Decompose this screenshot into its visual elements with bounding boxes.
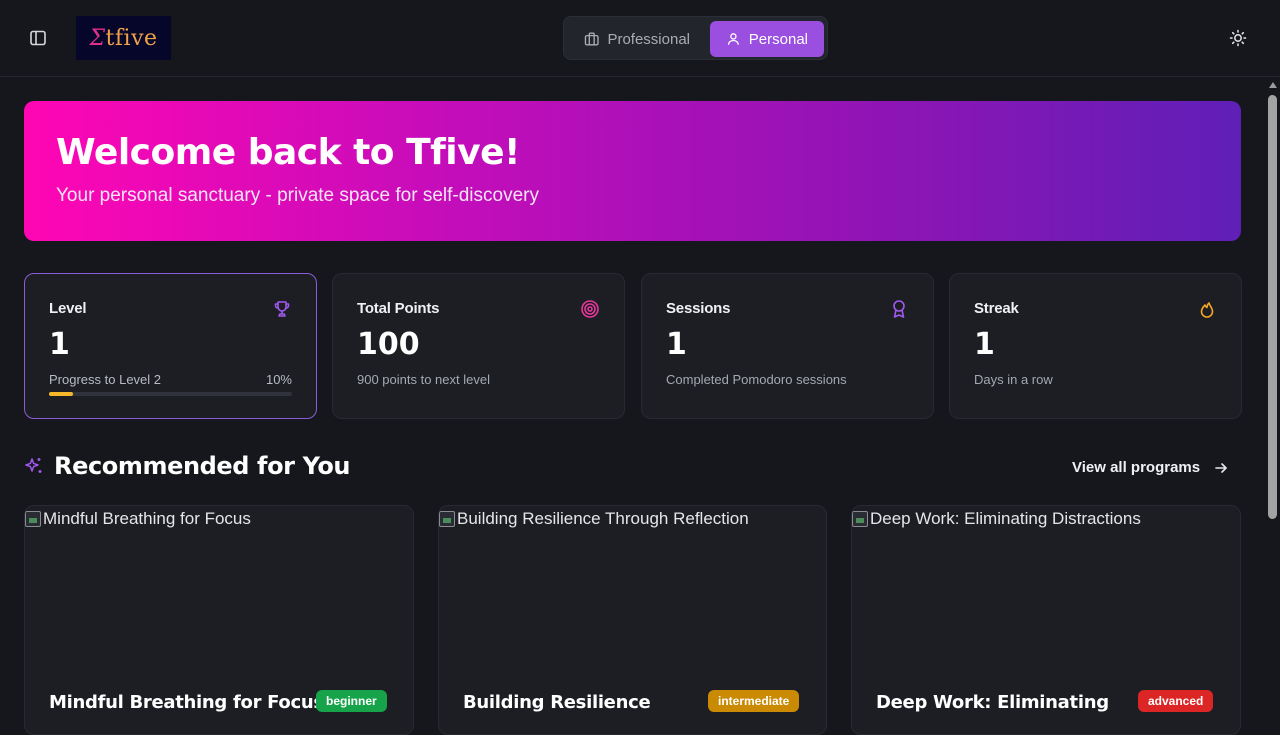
view-all-label: View all programs [1072, 459, 1201, 476]
mode-professional-label: Professional [607, 30, 690, 48]
program-title: Deep Work: Eliminating [876, 692, 1109, 713]
program-card[interactable]: Building Resilience Through Reflection B… [438, 505, 827, 735]
stat-value: 100 [357, 327, 420, 362]
scroll-thumb[interactable] [1268, 95, 1277, 519]
difficulty-badge: advanced [1138, 690, 1214, 712]
stat-value: 1 [974, 327, 995, 362]
mode-switch: Professional Personal [563, 16, 828, 60]
stat-label: Streak [974, 300, 1019, 317]
briefcase-icon [584, 32, 599, 46]
stat-subtext: Days in a row [974, 372, 1053, 387]
level-progress-row: Progress to Level 2 10% [49, 372, 292, 387]
program-image: Deep Work: Eliminating Distractions [852, 508, 1141, 530]
scroll-up-arrow-icon[interactable] [1269, 82, 1277, 88]
sun-icon[interactable] [1226, 26, 1250, 50]
program-image: Mindful Breathing for Focus [25, 508, 251, 530]
top-bar: Σtfive Professional Personal [0, 0, 1280, 77]
user-icon [727, 33, 739, 45]
panel-left-icon[interactable] [26, 26, 50, 50]
progress-label: Progress to Level 2 [49, 372, 162, 387]
stat-label: Sessions [666, 300, 731, 317]
broken-image-icon [25, 511, 41, 527]
flame-icon [1200, 302, 1214, 318]
image-alt-text: Mindful Breathing for Focus [43, 509, 251, 528]
view-all-programs-link[interactable]: View all programs [1072, 459, 1228, 476]
sparkles-icon [25, 458, 42, 473]
scrollbar[interactable] [1265, 77, 1280, 720]
stat-label: Level [49, 300, 87, 317]
stat-subtext: 900 points to next level [357, 372, 490, 387]
program-card[interactable]: Deep Work: Eliminating Distractions Deep… [851, 505, 1241, 735]
stat-value: 1 [49, 327, 70, 362]
program-image: Building Resilience Through Reflection [439, 508, 749, 530]
program-title: Building Resilience [463, 692, 651, 713]
progress-percent: 10% [265, 372, 292, 387]
award-icon [893, 300, 905, 318]
arrow-right-icon [1215, 462, 1227, 473]
stat-subtext: Completed Pomodoro sessions [666, 372, 847, 387]
stat-card-sessions: Sessions 1 Completed Pomodoro sessions [641, 273, 934, 419]
image-alt-text: Building Resilience Through Reflection [457, 509, 749, 528]
difficulty-badge: intermediate [708, 690, 800, 712]
target-icon [581, 300, 599, 318]
stat-card-level: Level 1 Progress to Level 2 10% [24, 273, 317, 419]
broken-image-icon [439, 511, 455, 527]
stat-label: Total Points [357, 300, 440, 317]
broken-image-icon [852, 511, 868, 527]
stat-value: 1 [666, 327, 687, 362]
logo[interactable]: Σtfive [76, 16, 171, 60]
welcome-title: Welcome back to Tfive! [56, 132, 520, 173]
mode-professional-button[interactable]: Professional [568, 21, 706, 57]
recommended-heading: Recommended for You [24, 452, 351, 480]
stat-card-streak: Streak 1 Days in a row [949, 273, 1242, 419]
program-title: Mindful Breathing for Focus [49, 692, 324, 713]
trophy-icon [274, 301, 290, 317]
image-alt-text: Deep Work: Eliminating Distractions [870, 509, 1141, 528]
welcome-subtitle: Your personal sanctuary - private space … [56, 185, 539, 206]
program-card[interactable]: Mindful Breathing for Focus Mindful Brea… [24, 505, 414, 735]
difficulty-badge: beginner [316, 690, 387, 712]
mode-personal-label: Personal [748, 30, 808, 48]
level-progress-fill [49, 392, 74, 396]
stat-card-total-points: Total Points 100 900 points to next leve… [332, 273, 625, 419]
section-title: Recommended for You [54, 452, 351, 480]
mode-personal-button[interactable]: Personal [710, 21, 824, 57]
level-progress-bar [49, 392, 292, 396]
welcome-banner: Welcome back to Tfive! Your personal san… [24, 101, 1241, 241]
